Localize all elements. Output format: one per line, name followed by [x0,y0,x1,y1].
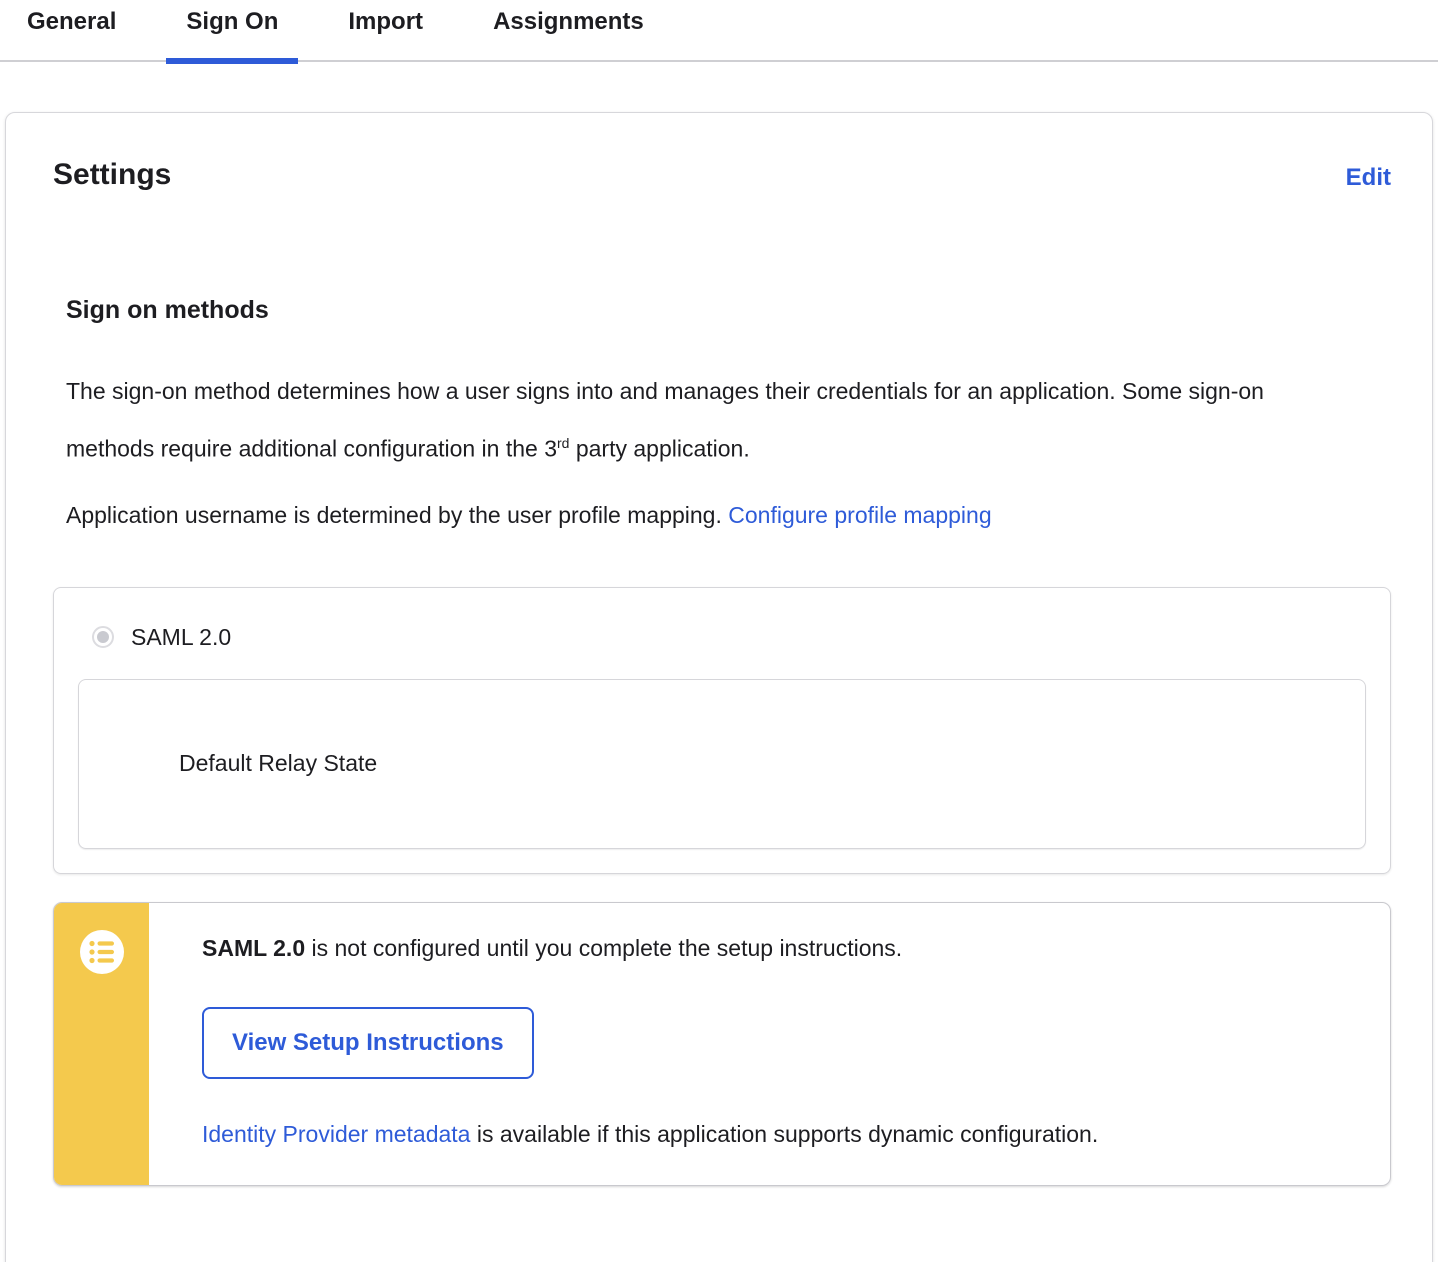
callout-method-name: SAML 2.0 [202,935,305,961]
sign-on-method-description: The sign-on method determines how a user… [66,365,1306,475]
tab-sign-on[interactable]: Sign On [166,0,298,62]
app-tab-bar: General Sign On Import Assignments [0,0,1438,62]
identity-provider-metadata-link[interactable]: Identity Provider metadata [202,1121,470,1147]
settings-card-header: Settings Edit [53,158,1391,192]
callout-yellow-strip [54,903,149,1185]
edit-button[interactable]: Edit [1346,164,1391,192]
list-icon [80,930,124,974]
tab-general[interactable]: General [7,0,136,62]
callout-body: SAML 2.0 is not configured until you com… [149,903,1138,1185]
sign-on-methods-heading: Sign on methods [66,296,1391,325]
configure-profile-mapping-link[interactable]: Configure profile mapping [728,502,991,528]
description-superscript: rd [557,435,569,451]
saml-radio-row: SAML 2.0 [78,624,1366,651]
default-relay-state-label: Default Relay State [179,750,377,777]
saml-radio-button[interactable] [92,626,114,648]
default-relay-state-field: Default Relay State [78,679,1366,849]
sign-on-methods-section: Sign on methods The sign-on method deter… [66,296,1391,541]
tab-import[interactable]: Import [328,0,443,62]
application-username-line: Application username is determined by th… [66,489,1391,541]
view-setup-instructions-button[interactable]: View Setup Instructions [202,1007,534,1079]
username-text: Application username is determined by th… [66,502,728,528]
saml-option-box: SAML 2.0 Default Relay State [53,587,1391,874]
radio-dot [97,631,109,643]
metadata-text-rest: is available if this application support… [470,1121,1098,1147]
callout-message-rest: is not configured until you complete the… [305,935,902,961]
saml-not-configured-callout: SAML 2.0 is not configured until you com… [53,902,1391,1186]
tab-assignments[interactable]: Assignments [473,0,664,62]
description-text-part2: party application. [569,436,749,462]
page-title: Settings [53,158,171,192]
callout-message: SAML 2.0 is not configured until you com… [202,933,1098,963]
metadata-line: Identity Provider metadata is available … [202,1121,1098,1148]
saml-radio-label[interactable]: SAML 2.0 [131,624,231,651]
settings-card: Settings Edit Sign on methods The sign-o… [5,112,1433,1262]
